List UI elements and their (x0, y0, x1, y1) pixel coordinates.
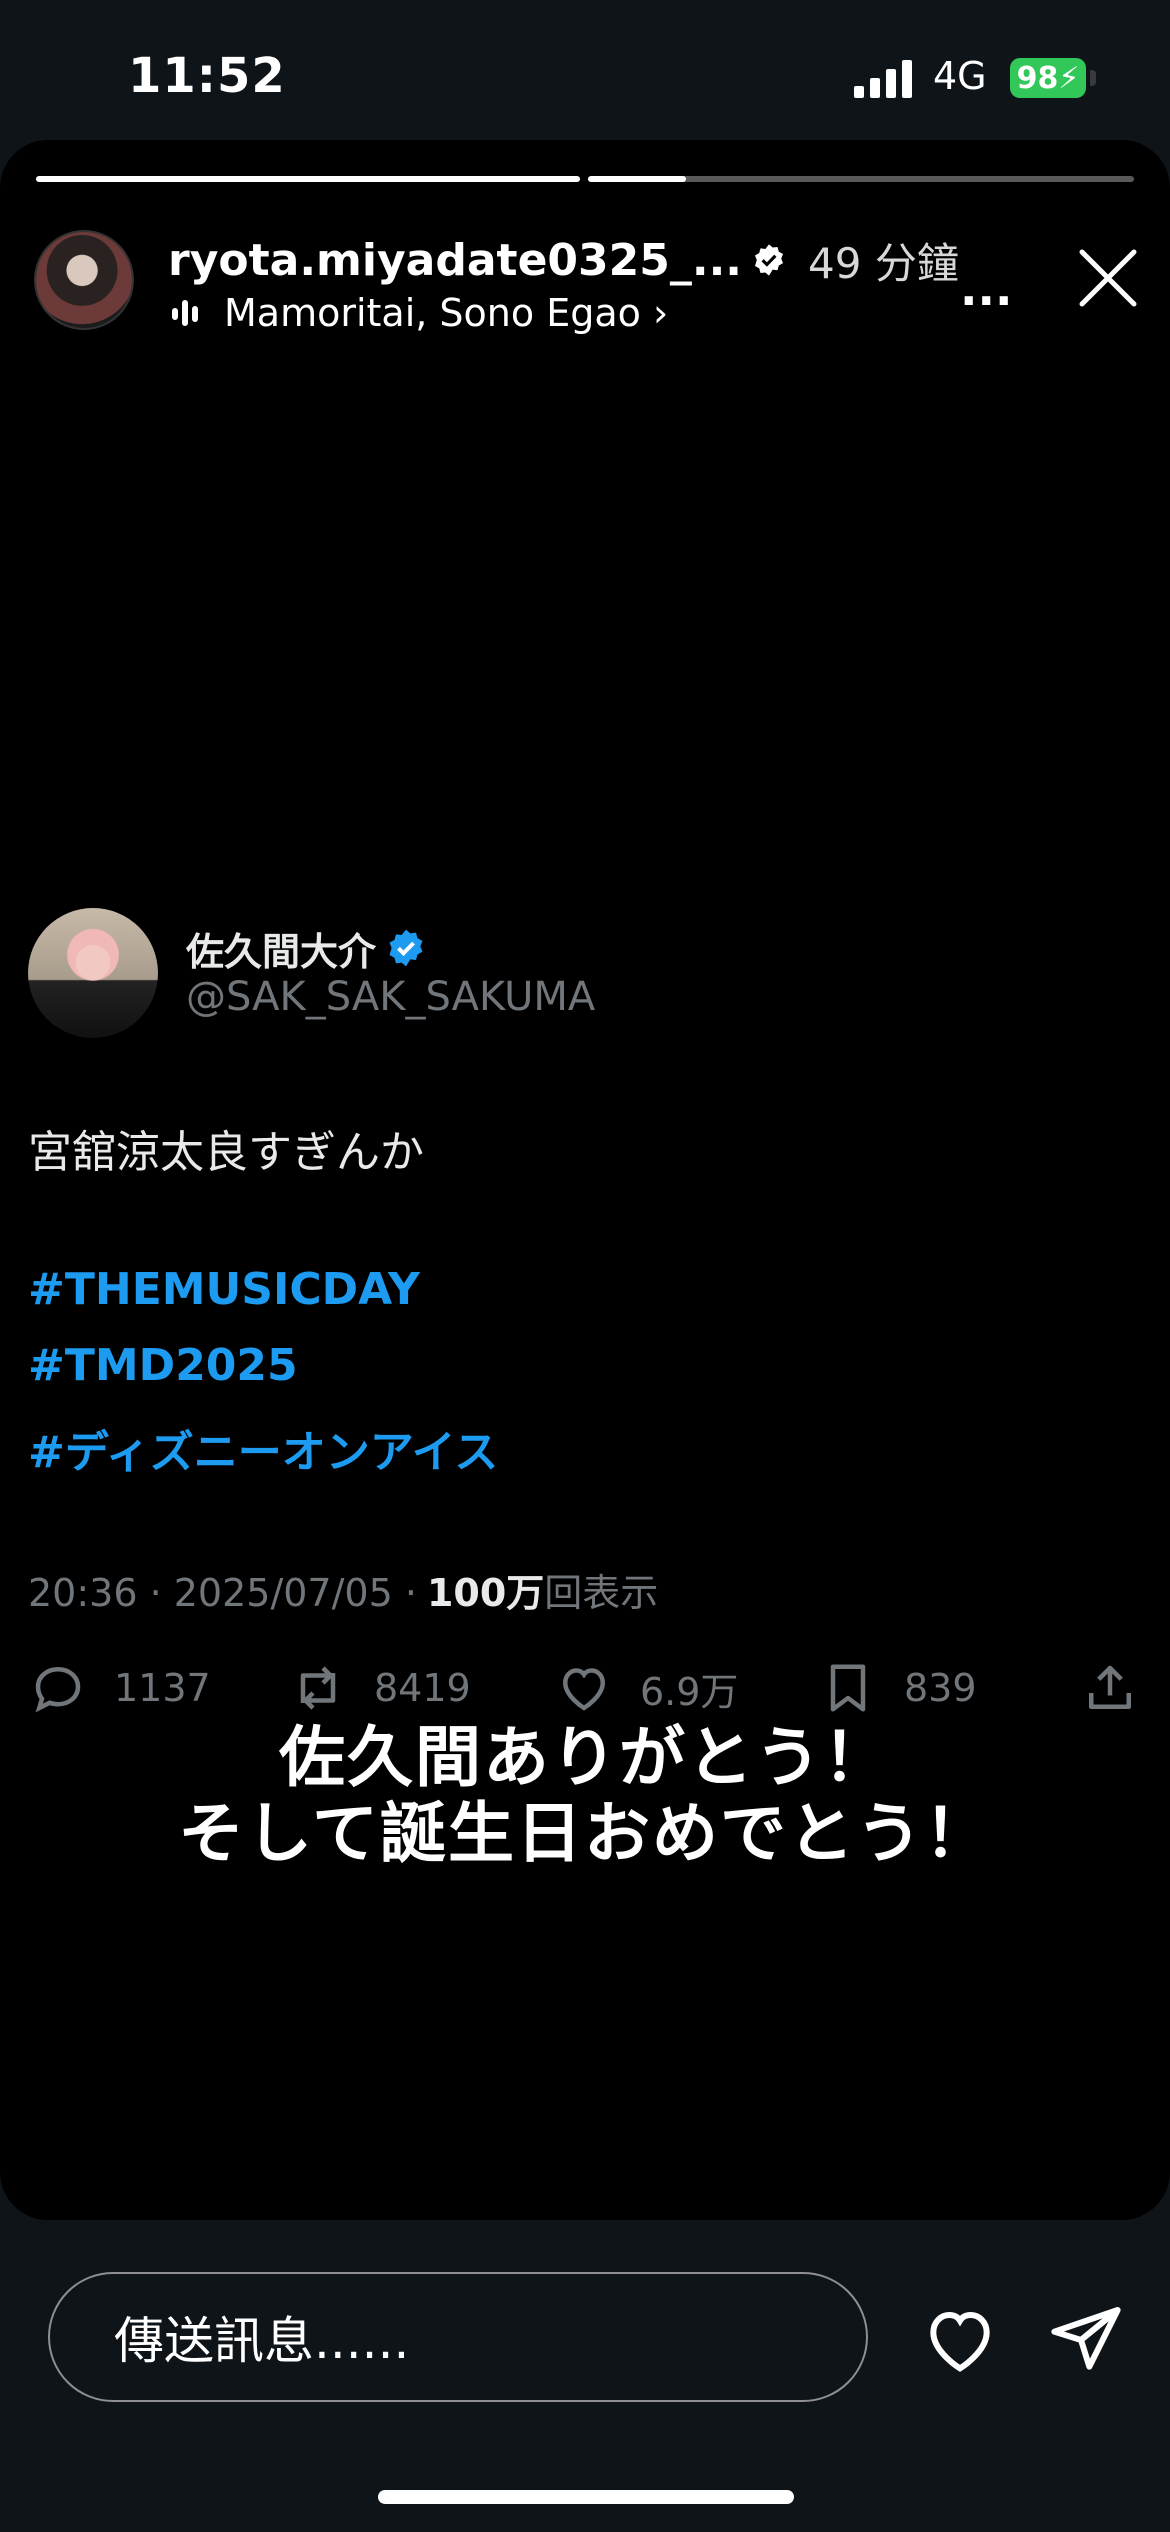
tweet-body: 宮舘涼太良すぎんか (28, 1127, 424, 1178)
network-type: 4G (933, 54, 987, 98)
story-caption-line: そして誕生日おめでとう！ (177, 1795, 993, 1872)
charging-bolt-icon: ⚡ (1058, 60, 1080, 96)
status-bar: 11:52 4G 98 ⚡ (0, 0, 1170, 150)
story-progress-fill (36, 176, 580, 182)
story-progress-fill (588, 176, 687, 182)
status-time: 11:52 (128, 48, 286, 104)
verified-badge-icon (755, 244, 784, 276)
battery-level: 98 (1016, 60, 1059, 96)
story-progress-segment-2 (588, 176, 1134, 182)
story-username[interactable]: ryota.miyadate0325_... (168, 235, 742, 286)
like-story-heart-icon[interactable] (920, 2300, 1000, 2380)
tweet-hashtag: #THEMUSICDAY (28, 1264, 420, 1315)
verified-badge-icon (389, 929, 423, 967)
message-placeholder: 傳送訊息...... (114, 2312, 410, 2370)
close-icon[interactable] (1076, 246, 1140, 310)
battery-cap (1090, 70, 1096, 86)
audio-bars-icon (172, 300, 198, 326)
story-viewer[interactable]: ryota.miyadate0325_... 49 分鐘 Mamoritai, … (0, 140, 1170, 2220)
tweet-hashtag: #ディズニーオンアイス (28, 1427, 499, 1478)
tweet-views-label: 回表示 (544, 1571, 659, 1615)
story-music-link[interactable]: Mamoritai, Sono Egao › (172, 288, 668, 338)
story-progress-segment-1 (36, 176, 580, 182)
tweet-hashtag: #TMD2025 (28, 1340, 298, 1391)
story-author-avatar[interactable] (34, 230, 134, 330)
battery-indicator: 98 ⚡ (1010, 58, 1086, 98)
tweet-author: 佐久間大介 (186, 920, 426, 976)
tweet-display-name: 佐久間大介 (186, 929, 377, 974)
tweet-author-avatar (28, 908, 158, 1038)
story-header: ryota.miyadate0325_... 49 分鐘 (168, 232, 959, 288)
home-indicator[interactable] (378, 2490, 794, 2504)
cellular-signal-icon (854, 60, 912, 98)
tweet-handle: @SAK_SAK_SAKUMA (186, 974, 596, 1020)
send-paper-plane-icon[interactable] (1046, 2300, 1126, 2380)
tweet-timestamp: 20:36 · 2025/07/05 · (28, 1571, 417, 1615)
story-time-ago: 49 分鐘 (808, 238, 959, 288)
more-options-button[interactable]: ... (960, 262, 1012, 316)
tweet-views-count: 100万 (426, 1571, 545, 1615)
send-message-input[interactable]: 傳送訊息...... (48, 2272, 868, 2402)
tweet-metadata: 20:36 · 2025/07/05 · 100万 回表示 (28, 1562, 658, 1617)
story-music-title: Mamoritai, Sono Egao › (224, 291, 669, 335)
